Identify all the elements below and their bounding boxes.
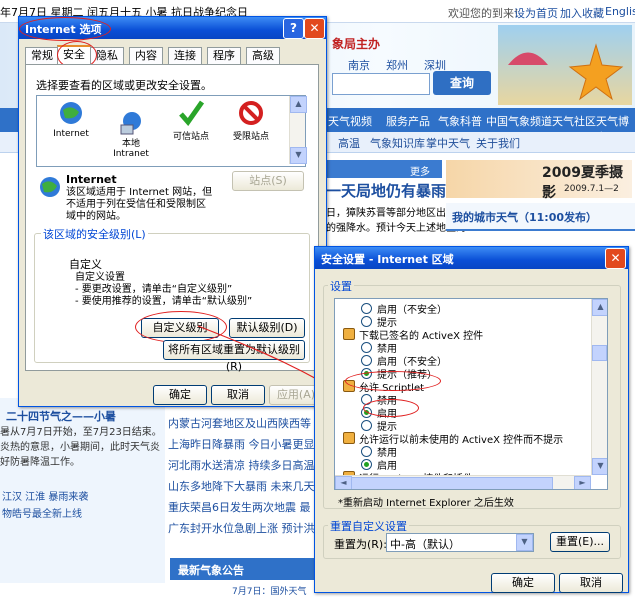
scroll-thumb-h[interactable] bbox=[351, 477, 553, 489]
scroll-right-icon[interactable]: ► bbox=[574, 476, 591, 489]
scroll-left-icon[interactable]: ◄ bbox=[335, 476, 352, 489]
reset-group: 重置自定义设置 重置为(R): 中-高（默认） ▼ 重置(E)... bbox=[323, 518, 621, 559]
security-settings-titlebar[interactable]: 安全设置 - Internet 区域 ✕ bbox=[315, 247, 628, 269]
radio-icon[interactable] bbox=[361, 446, 372, 457]
settings-gear-icon bbox=[343, 432, 355, 444]
reset-level-select[interactable]: 中-高（默认） ▼ bbox=[386, 533, 534, 552]
cancel-button[interactable]: 取消 bbox=[559, 573, 623, 593]
scriptlet-annotation bbox=[345, 371, 441, 391]
reset-button[interactable]: 重置(E)... bbox=[550, 532, 610, 552]
scroll-down-icon[interactable]: ▼ bbox=[592, 458, 607, 475]
radio-selected-icon[interactable] bbox=[361, 459, 372, 470]
settings-scrollbar-h[interactable]: ◄ ► bbox=[335, 475, 591, 489]
radio-icon[interactable] bbox=[361, 355, 372, 366]
ok-button[interactable]: 确定 bbox=[491, 573, 555, 593]
chevron-down-icon[interactable]: ▼ bbox=[516, 534, 533, 551]
reset-to-label: 重置为(R): bbox=[334, 538, 387, 551]
settings-gear-icon bbox=[343, 328, 355, 340]
settings-group: 设置 启用（不安全） 提示 下载已签名的 ActiveX 控件 禁用 启用（不安全） 提示… bbox=[323, 278, 621, 509]
close-icon[interactable]: ✕ bbox=[605, 248, 626, 269]
settings-list: 启用（不安全） 提示 下载已签名的 ActiveX 控件 禁用 启用（不安全） 提示（推荐… bbox=[334, 298, 608, 490]
settings-scrollbar-v[interactable]: ▲ ▼ bbox=[591, 299, 607, 475]
security-settings-dialog: 安全设置 - Internet 区域 ✕ 设置 启用（不安全） 提示 下载已签名的 … bbox=[314, 246, 629, 593]
reset-label: 重置自定义设置 bbox=[328, 518, 409, 534]
radio-icon[interactable] bbox=[361, 420, 372, 431]
radio-icon[interactable] bbox=[361, 316, 372, 327]
radio-icon[interactable] bbox=[361, 342, 372, 353]
enable-annotation bbox=[363, 399, 419, 417]
settings-label: 设置 bbox=[328, 278, 354, 294]
reset-level-value: 中-高（默认） bbox=[390, 538, 460, 551]
scroll-thumb[interactable] bbox=[592, 345, 607, 361]
security-settings-title: 安全设置 - Internet 区域 bbox=[321, 253, 454, 266]
restart-note: *重新启动 Internet Explorer 之后生效 bbox=[338, 498, 514, 509]
scroll-up-icon[interactable]: ▲ bbox=[592, 299, 607, 316]
radio-icon[interactable] bbox=[361, 303, 372, 314]
